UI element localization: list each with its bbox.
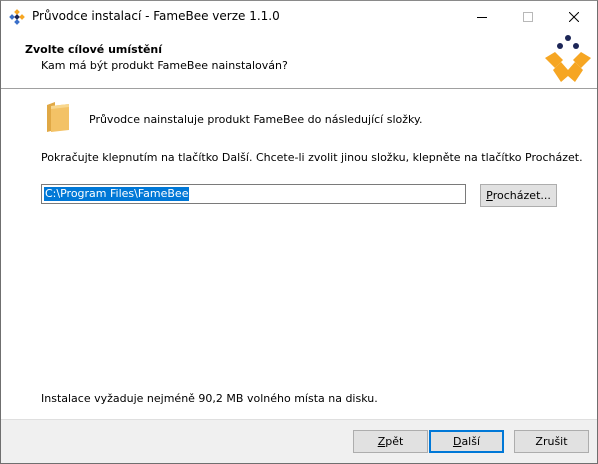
wizard-footer: Zpět Další Zrušit: [1, 420, 597, 463]
wizard-header: Zvolte cílové umístění Kam má být produk…: [1, 32, 597, 88]
close-button[interactable]: [551, 1, 597, 32]
instruction-text: Pokračujte klepnutím na tlačítko Další. …: [41, 151, 583, 164]
window-title: Průvodce instalací - FameBee verze 1.1.0: [32, 9, 280, 23]
cancel-button[interactable]: Zrušit: [514, 430, 589, 453]
intro-text: Průvodce nainstaluje produkt FameBee do …: [89, 113, 423, 126]
title-bar[interactable]: Průvodce instalací - FameBee verze 1.1.0: [1, 1, 597, 32]
maximize-button[interactable]: [505, 1, 551, 32]
maximize-icon: [523, 11, 533, 22]
destination-path-input[interactable]: C:\Program Files\FameBee: [41, 184, 466, 204]
back-button[interactable]: Zpět: [353, 430, 428, 453]
destination-path-value: C:\Program Files\FameBee: [44, 187, 190, 201]
minimize-button[interactable]: [459, 1, 505, 32]
app-icon: [9, 9, 25, 25]
page-subtitle: Kam má být produkt FameBee nainstalován?: [41, 59, 288, 72]
famebee-logo: [545, 35, 591, 82]
space-required-text: Instalace vyžaduje nejméně 90,2 MB volné…: [41, 392, 378, 405]
browse-button[interactable]: Procházet...: [480, 184, 557, 207]
minimize-icon: [477, 16, 487, 18]
installer-window: Průvodce instalací - FameBee verze 1.1.0…: [0, 0, 598, 464]
wizard-body: Průvodce nainstaluje produkt FameBee do …: [1, 89, 597, 419]
folder-icon: [47, 102, 69, 132]
page-title: Zvolte cílové umístění: [25, 43, 163, 56]
next-button[interactable]: Další: [429, 430, 504, 453]
close-icon: [569, 11, 579, 22]
